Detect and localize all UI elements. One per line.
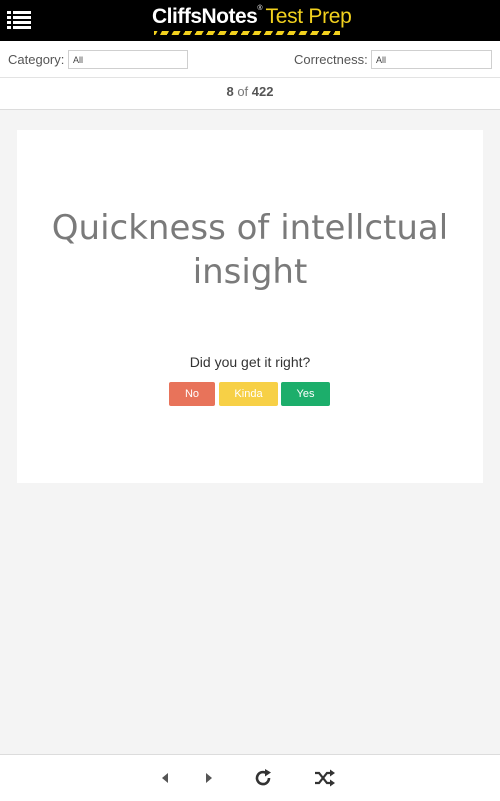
bottom-nav xyxy=(0,754,500,801)
flashcard[interactable]: Quickness of intellctual insight Did you… xyxy=(17,130,483,483)
brand-logo: CliffsNotes® Test Prep xyxy=(152,5,352,35)
correctness-select[interactable]: All xyxy=(371,50,492,69)
next-button[interactable] xyxy=(198,767,220,789)
kinda-button[interactable]: Kinda xyxy=(219,382,278,406)
triangle-left-icon xyxy=(162,773,168,783)
triangle-right-icon xyxy=(206,773,212,783)
brand-stripe xyxy=(154,31,340,35)
flashcard-term: Quickness of intellctual insight xyxy=(51,208,449,292)
counter-current: 8 xyxy=(226,84,234,99)
category-label: Category: xyxy=(8,52,65,67)
brand-name: CliffsNotes xyxy=(152,5,258,28)
yes-button[interactable]: Yes xyxy=(281,382,330,406)
category-select-value: All xyxy=(73,55,84,65)
restart-button[interactable] xyxy=(252,767,274,789)
shuffle-icon xyxy=(315,769,335,787)
app-header: CliffsNotes® Test Prep xyxy=(0,0,500,41)
refresh-icon xyxy=(255,769,271,786)
card-counter: 8 of 422 xyxy=(0,78,500,110)
filter-bar: Category: All Correctness: All xyxy=(0,41,500,78)
counter-of: of xyxy=(233,84,252,99)
self-assessment-prompt: Did you get it right? xyxy=(189,354,311,370)
category-select[interactable]: All xyxy=(68,50,188,69)
previous-button[interactable] xyxy=(154,767,176,789)
counter-total: 422 xyxy=(251,84,274,99)
menu-button[interactable] xyxy=(6,9,32,31)
hamburger-list-icon xyxy=(7,11,31,29)
shuffle-button[interactable] xyxy=(314,767,336,789)
correctness-label: Correctness: xyxy=(294,52,368,67)
no-button[interactable]: No xyxy=(169,382,215,406)
brand-subtitle: Test Prep xyxy=(265,5,352,28)
brand-trademark: ® xyxy=(257,5,263,12)
correctness-select-value: All xyxy=(376,55,387,65)
